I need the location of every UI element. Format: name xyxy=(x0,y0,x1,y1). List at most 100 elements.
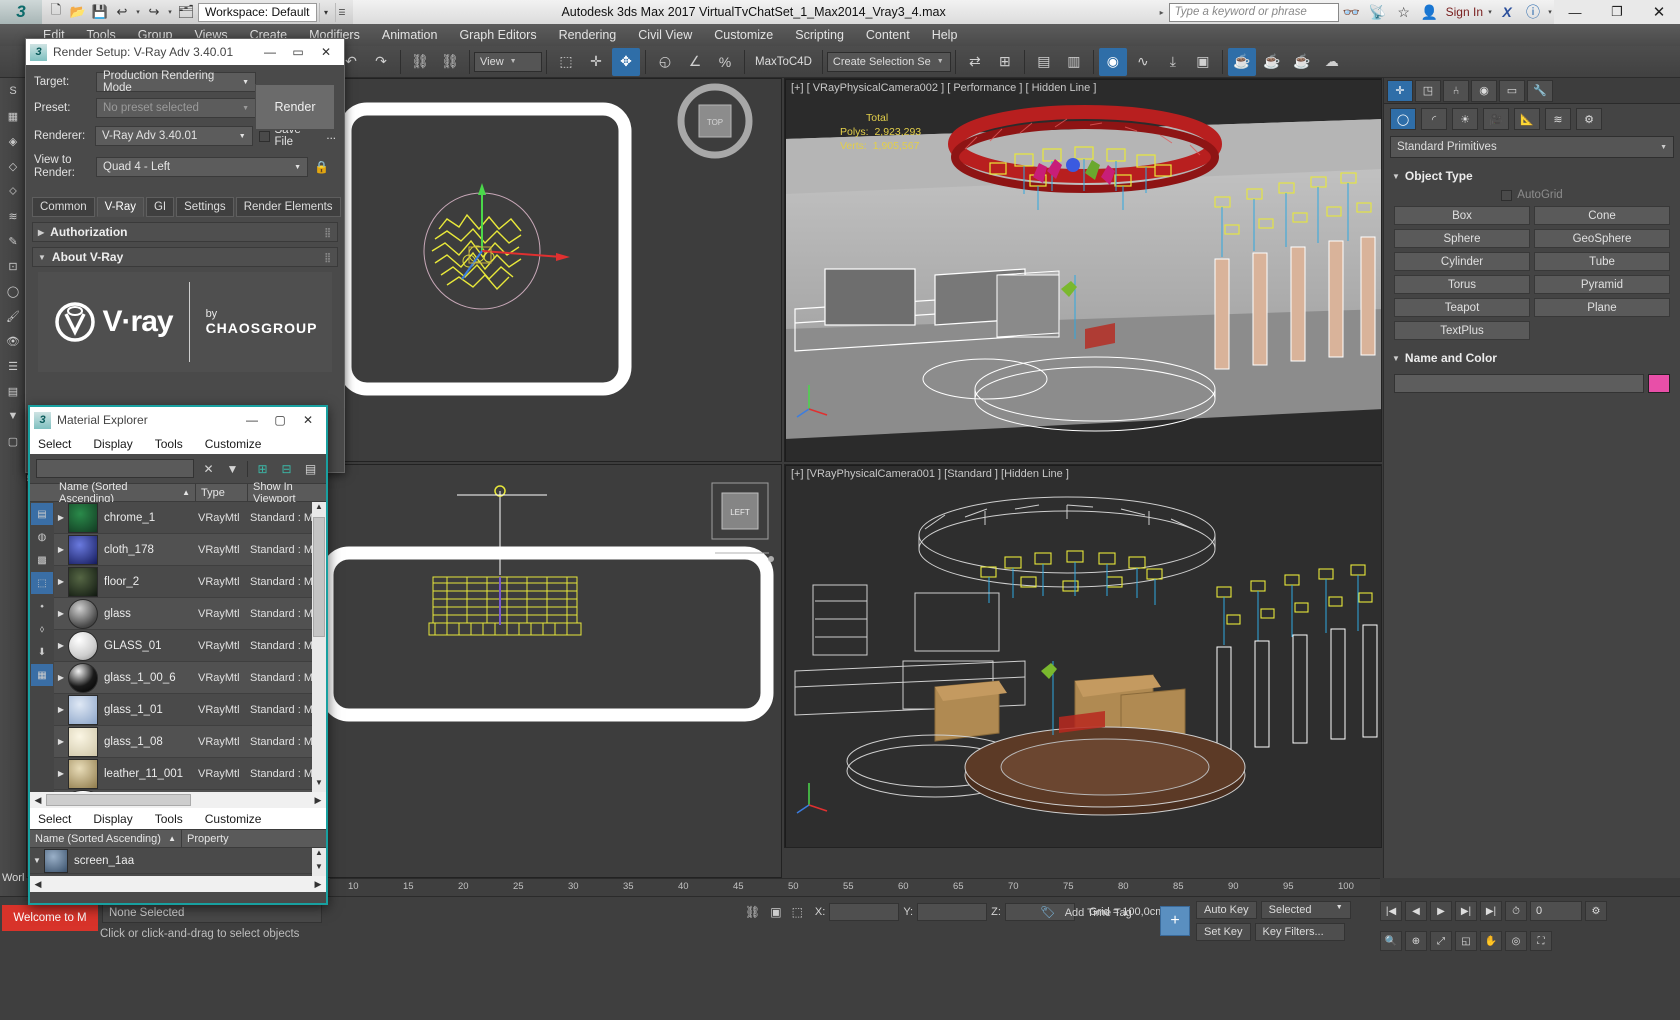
sort-ascending-icon[interactable]: ▲ xyxy=(168,834,176,843)
go-to-end-icon[interactable]: ▶| xyxy=(1480,901,1502,921)
table-row[interactable]: ▶ GLASS_01 VRayMtl Standard : Ma xyxy=(54,630,326,662)
restore-button[interactable]: ❐ xyxy=(1596,0,1638,24)
app-logo[interactable]: 3 xyxy=(0,0,42,24)
list-icon[interactable]: ☰ xyxy=(1,354,25,378)
torus-button[interactable]: Torus xyxy=(1394,275,1530,294)
material-swatch[interactable] xyxy=(68,790,98,793)
material-name[interactable]: glass_1_01 xyxy=(98,704,198,716)
material-name[interactable]: leather_11_001 xyxy=(98,768,198,780)
autogrid-checkbox[interactable] xyxy=(1501,190,1512,201)
time-config-icon[interactable]: ⚙ xyxy=(1585,901,1607,921)
close-button[interactable]: ✕ xyxy=(1638,0,1680,24)
key-mode-icon[interactable]: ⏱ xyxy=(1505,901,1527,921)
viewport-top-right[interactable]: [+] [ VRayPhysicalCamera002 ] [ Performa… xyxy=(784,78,1382,462)
menu-item-scripting[interactable]: Scripting xyxy=(784,24,855,46)
table-row[interactable]: ▶ glass_1_00_6 VRayMtl Standard : Ma xyxy=(54,662,326,694)
utilities-tab-icon[interactable]: 🔧 xyxy=(1527,80,1553,102)
open-file-icon[interactable]: 📂 xyxy=(68,2,88,22)
helpers-subtab-icon[interactable]: 📐 xyxy=(1514,108,1540,130)
absolute-mode-icon[interactable]: ▣ xyxy=(770,905,781,919)
show-map-icon[interactable]: ▦ xyxy=(31,664,53,686)
material-swatch[interactable] xyxy=(68,503,98,533)
grid-icon[interactable]: ▦ xyxy=(1,104,25,128)
current-frame-field[interactable]: 0 xyxy=(1530,901,1582,921)
material-swatch[interactable] xyxy=(68,663,98,693)
cylinder-button[interactable]: Cylinder xyxy=(1394,252,1530,271)
vertex-icon[interactable]: ⬦ xyxy=(1,179,25,203)
material-name[interactable]: chrome_1 xyxy=(98,512,198,524)
scene-explorer-icon[interactable]: ▥ xyxy=(1060,48,1088,76)
expand-arrow-icon[interactable]: ▶ xyxy=(54,609,68,618)
sign-in-button[interactable]: Sign In xyxy=(1443,5,1486,19)
view-dropdown[interactable]: Quad 4 - Left ▼ xyxy=(96,157,308,177)
zoom-all-icon[interactable]: ⊕ xyxy=(1405,931,1427,951)
undo-icon[interactable]: ↩ xyxy=(112,2,132,22)
search-input[interactable]: Type a keyword or phrase xyxy=(1169,3,1339,22)
scroll-down-icon[interactable]: ▼ xyxy=(312,862,326,876)
render-production-icon[interactable]: ☕ xyxy=(1228,48,1256,76)
menu-item-graph-editors[interactable]: Graph Editors xyxy=(448,24,547,46)
time-tag-icon[interactable]: 🏷 xyxy=(1040,905,1055,919)
column-show-in-viewport[interactable]: Show In Viewport xyxy=(248,483,326,502)
satellite-icon[interactable]: 📡 xyxy=(1365,0,1391,24)
lights-subtab-icon[interactable]: ☀ xyxy=(1452,108,1478,130)
geosphere-button[interactable]: GeoSphere xyxy=(1534,229,1670,248)
hierarchy-tab-icon[interactable]: ⑃ xyxy=(1443,80,1469,102)
scroll-left-icon[interactable]: ◀ xyxy=(30,879,46,890)
material-swatch[interactable] xyxy=(68,727,98,757)
material-editor-icon[interactable]: ◉ xyxy=(1099,48,1127,76)
table-row[interactable]: ▼ screen_1aa xyxy=(30,848,326,874)
assign-material-icon[interactable]: ⬇ xyxy=(31,641,53,663)
lock-icon[interactable]: 🔒 xyxy=(314,160,329,174)
sphere-tool-icon[interactable]: ◯ xyxy=(1,279,25,303)
spacewarps-subtab-icon[interactable]: ≋ xyxy=(1545,108,1571,130)
y-field[interactable] xyxy=(917,903,987,921)
tube-button[interactable]: Tube xyxy=(1534,252,1670,271)
select-move-icon[interactable]: ✥ xyxy=(612,48,640,76)
about-vray-rollout-header[interactable]: ▼ About V-Ray ⣿ xyxy=(32,247,338,267)
key-filters-button[interactable]: Key Filters... xyxy=(1255,923,1345,941)
target-dropdown[interactable]: Production Rendering Mode ▼ xyxy=(96,72,256,92)
redo-toolbar-icon[interactable]: ↷ xyxy=(367,48,395,76)
box-icon[interactable]: ▢ xyxy=(1,429,25,453)
scroll-up-icon[interactable]: ▲ xyxy=(312,502,326,516)
pyramid-button[interactable]: Pyramid xyxy=(1534,275,1670,294)
welcome-banner[interactable]: Welcome to M xyxy=(2,905,98,931)
project-folder-icon[interactable]: 🗂 xyxy=(176,2,196,22)
me-lower-menu-display[interactable]: Display xyxy=(93,812,132,826)
expand-arrow-icon[interactable]: ▶ xyxy=(54,737,68,746)
tab-settings[interactable]: Settings xyxy=(176,197,234,217)
menu-item-customize[interactable]: Customize xyxy=(703,24,784,46)
tab-gi[interactable]: GI xyxy=(146,197,174,217)
material-list-vscrollbar[interactable]: ▲ ▼ xyxy=(312,502,326,792)
go-to-start-icon[interactable]: |◀ xyxy=(1380,901,1402,921)
menu-item-civil-view[interactable]: Civil View xyxy=(627,24,703,46)
pan-icon[interactable]: ✋ xyxy=(1480,931,1502,951)
object-color-swatch[interactable] xyxy=(1648,374,1670,393)
tab-vray[interactable]: V-Ray xyxy=(97,197,144,217)
menu-item-content[interactable]: Content xyxy=(855,24,921,46)
render-iterative-icon[interactable]: ☕ xyxy=(1258,48,1286,76)
display-tab-icon[interactable]: ▭ xyxy=(1499,80,1525,102)
curve-editor-icon[interactable]: ∿ xyxy=(1129,48,1157,76)
viewport-label-top-right[interactable]: [+] [ VRayPhysicalCamera002 ] [ Performa… xyxy=(791,82,1096,94)
save-file-checkbox[interactable] xyxy=(259,131,270,142)
clear-search-icon[interactable]: ✕ xyxy=(199,459,218,478)
track-bar[interactable]: 101520253035404550556065707580859095100 xyxy=(330,878,1380,896)
snap-toggle-icon[interactable]: ◵ xyxy=(651,48,679,76)
material-swatch[interactable] xyxy=(68,759,98,789)
list-view-icon[interactable]: ▤ xyxy=(31,503,53,525)
cube-preview-icon[interactable]: ⬚ xyxy=(31,572,53,594)
lower-hscrollbar[interactable]: ◀ ▶ xyxy=(30,876,326,892)
shapes-subtab-icon[interactable]: ◜ xyxy=(1421,108,1447,130)
poly-icon[interactable]: ◈ xyxy=(1,129,25,153)
viewport-label-bottom-right[interactable]: [+] [VRayPhysicalCamera001 ] [Standard ]… xyxy=(791,468,1069,480)
redo-caret-icon[interactable]: ▾ xyxy=(166,8,174,16)
menu-item-animation[interactable]: Animation xyxy=(371,24,449,46)
scroll-thumb[interactable] xyxy=(313,517,325,637)
object-type-header[interactable]: ▼ Object Type xyxy=(1390,166,1674,186)
render-setup-minimize-button[interactable]: — xyxy=(256,40,284,64)
menu-item-rendering[interactable]: Rendering xyxy=(548,24,628,46)
name-and-color-header[interactable]: ▼ Name and Color xyxy=(1390,348,1674,368)
mirror-icon[interactable]: ⇄ xyxy=(961,48,989,76)
